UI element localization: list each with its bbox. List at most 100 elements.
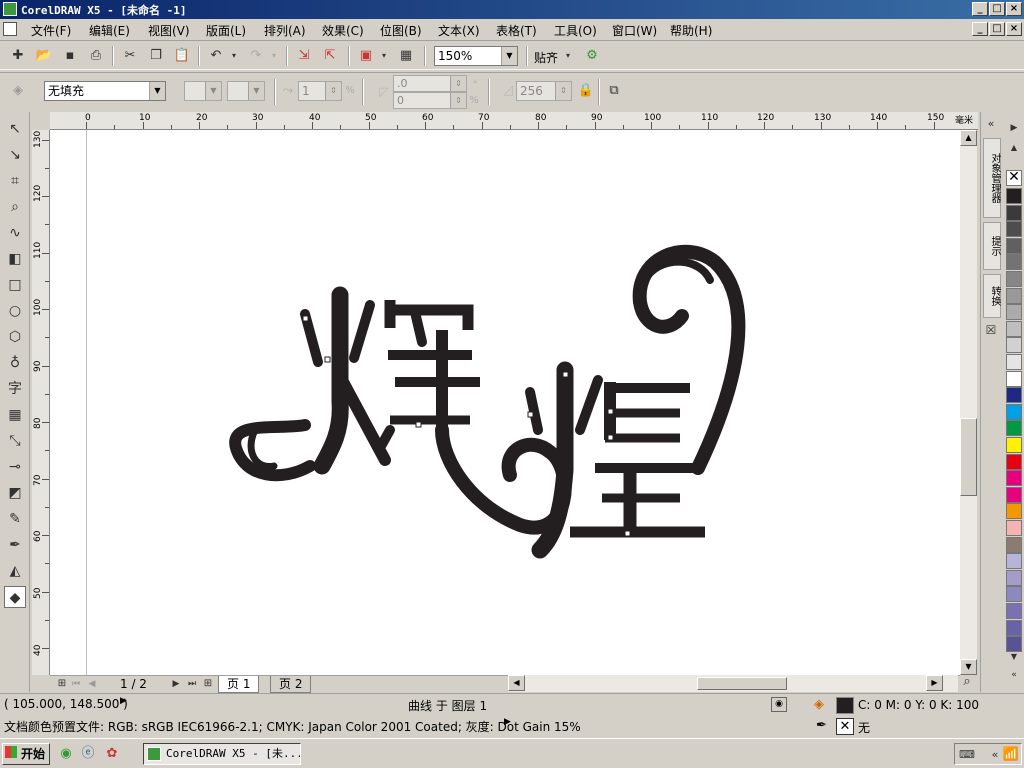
palette-down-icon[interactable]: ▼ <box>1004 647 1024 667</box>
blend-tool-icon[interactable]: ◩ <box>4 482 26 504</box>
shape-tool-icon[interactable]: ↘ <box>4 144 26 166</box>
navigator-icon[interactable]: ⌕ <box>958 673 976 691</box>
menu-bitmaps[interactable]: 位图(B) <box>380 22 422 39</box>
color-swatch[interactable] <box>1006 221 1022 237</box>
color-swatch[interactable] <box>1006 487 1022 503</box>
document-icon[interactable] <box>3 22 17 36</box>
color-swatch[interactable] <box>1006 553 1022 569</box>
basic-shapes-tool-icon[interactable]: ♁ <box>4 352 26 374</box>
coords-arrow-icon[interactable]: ▶ <box>120 696 127 706</box>
print-icon[interactable]: ⎙ <box>86 46 106 66</box>
color-swatch[interactable] <box>1006 570 1022 586</box>
color-swatch[interactable] <box>1006 337 1022 353</box>
menu-window[interactable]: 窗口(W) <box>612 22 657 39</box>
no-color-swatch[interactable]: ✕ <box>1006 170 1022 186</box>
color-swatch[interactable] <box>1006 470 1022 486</box>
palette-up-icon[interactable]: ▲ <box>1004 138 1024 158</box>
rectangle-tool-icon[interactable]: □ <box>4 274 26 296</box>
taskbar-item-coreldraw[interactable]: CorelDRAW X5 - [未... <box>143 743 301 765</box>
open-icon[interactable]: 📂 <box>34 46 54 66</box>
color-swatch[interactable] <box>1006 586 1022 602</box>
options-icon[interactable]: ⚙ <box>582 46 602 66</box>
menu-layout[interactable]: 版面(L) <box>206 22 246 39</box>
previous-page-icon[interactable]: ◀ <box>82 674 102 694</box>
network-icon[interactable]: 📶 <box>1001 745 1021 765</box>
outline-none-swatch[interactable]: ✕ <box>836 718 854 735</box>
freehand-tool-icon[interactable]: ∿ <box>4 222 26 244</box>
drawing-canvas[interactable] <box>50 130 960 675</box>
color-swatch[interactable] <box>1006 188 1022 204</box>
menu-file[interactable]: 文件(F) <box>31 22 71 39</box>
close-docker-icon[interactable]: ☒ <box>982 320 1000 340</box>
profile-arrow-icon[interactable]: ▶ <box>504 717 511 727</box>
maximize-button[interactable]: □ <box>989 2 1005 16</box>
step-count-input[interactable]: 1 ⇕ <box>298 81 342 101</box>
fill-type-select[interactable]: 无填充 ▼ <box>44 81 166 101</box>
smart-fill-tool-icon[interactable]: ◧ <box>4 248 26 270</box>
lock-icon[interactable]: 🔒 <box>576 81 596 101</box>
coreldraw-app-icon[interactable] <box>3 2 17 16</box>
add-page-after-icon[interactable]: ⊞ <box>198 674 218 694</box>
polygon-tool-icon[interactable]: ⬡ <box>4 326 26 348</box>
zoom-level-select[interactable]: 150% ▼ <box>434 46 518 66</box>
color-swatch[interactable] <box>1006 603 1022 619</box>
menu-text[interactable]: 文本(X) <box>438 22 480 39</box>
docker-tab-transform[interactable]: 转换 <box>983 274 1001 318</box>
color-swatch[interactable] <box>1006 437 1022 453</box>
transparency-input[interactable]: 256 ⇕ <box>516 81 572 101</box>
doc-close-button[interactable]: × <box>1006 22 1022 36</box>
color-swatch[interactable] <box>1006 404 1022 420</box>
redo-icon[interactable]: ↷ <box>246 46 266 66</box>
color-swatch[interactable] <box>1006 254 1022 270</box>
fill-color-swatch[interactable] <box>836 697 854 714</box>
horizontal-scroll-thumb[interactable] <box>697 677 787 690</box>
launcher-dropdown-icon[interactable]: ▾ <box>378 46 390 66</box>
table-tool-icon[interactable]: ▦ <box>4 404 26 426</box>
color-swatch[interactable] <box>1006 238 1022 254</box>
edge-pad-input[interactable]: 0 ⇕ <box>393 92 467 109</box>
new-document-icon[interactable]: ✚ <box>8 46 28 66</box>
snap-to-label[interactable]: 贴齐 <box>534 49 558 66</box>
palette-flyout-icon[interactable]: « <box>1004 665 1024 685</box>
save-icon[interactable]: ▪ <box>60 46 80 66</box>
text-tool-icon[interactable]: 字 <box>4 378 26 400</box>
copy-fill-properties-icon[interactable]: ⧉ <box>604 81 624 101</box>
color-swatch[interactable] <box>1006 420 1022 436</box>
vertical-ruler[interactable]: 130 120 110 100 90 80 70 60 50 40 <box>32 130 50 675</box>
color-swatch[interactable] <box>1006 503 1022 519</box>
color-swatch[interactable] <box>1006 537 1022 553</box>
color-swatch[interactable] <box>1006 304 1022 320</box>
doc-minimize-button[interactable]: _ <box>972 22 988 36</box>
dimension-tool-icon[interactable]: ⤡ <box>4 430 26 452</box>
chrome-icon[interactable]: ◉ <box>56 744 76 764</box>
ruler-origin[interactable] <box>32 112 50 130</box>
fill-option-select[interactable]: ▼ <box>184 81 222 101</box>
redo-dropdown-icon[interactable]: ▾ <box>268 46 280 66</box>
vertical-scrollbar[interactable]: ▲ ▼ <box>960 130 977 675</box>
menu-help[interactable]: 帮助(H) <box>670 22 712 39</box>
ie-icon[interactable]: ⓔ <box>78 744 98 764</box>
color-swatch[interactable] <box>1006 288 1022 304</box>
welcome-screen-icon[interactable]: ▦ <box>396 46 416 66</box>
import-icon[interactable]: ⇲ <box>294 46 314 66</box>
eyedropper-tool-icon[interactable]: ✎ <box>4 508 26 530</box>
menu-effects[interactable]: 效果(C) <box>322 22 364 39</box>
horizontal-ruler[interactable]: 0 10 20 30 40 50 60 70 80 90 100 110 120… <box>50 112 978 130</box>
collapse-dockers-icon[interactable]: « <box>982 114 1000 134</box>
ellipse-tool-icon[interactable]: ○ <box>4 300 26 322</box>
paste-icon[interactable]: 📋 <box>172 46 192 66</box>
calligraphy-artwork[interactable] <box>229 244 746 559</box>
undo-icon[interactable]: ↶ <box>206 46 226 66</box>
export-icon[interactable]: ⇱ <box>320 46 340 66</box>
doc-restore-button[interactable]: □ <box>989 22 1005 36</box>
color-swatch[interactable] <box>1006 371 1022 387</box>
coreldraw-quicklaunch-icon[interactable]: ✿ <box>102 744 122 764</box>
outline-status-icon[interactable]: ✒ <box>816 718 827 733</box>
color-swatch[interactable] <box>1006 520 1022 536</box>
menu-edit[interactable]: 编辑(E) <box>89 22 130 39</box>
minimize-button[interactable]: _ <box>972 2 988 16</box>
menu-arrange[interactable]: 排列(A) <box>264 22 306 39</box>
color-swatch[interactable] <box>1006 354 1022 370</box>
undo-dropdown-icon[interactable]: ▾ <box>228 46 240 66</box>
snap-dropdown-icon[interactable]: ▾ <box>562 46 574 66</box>
